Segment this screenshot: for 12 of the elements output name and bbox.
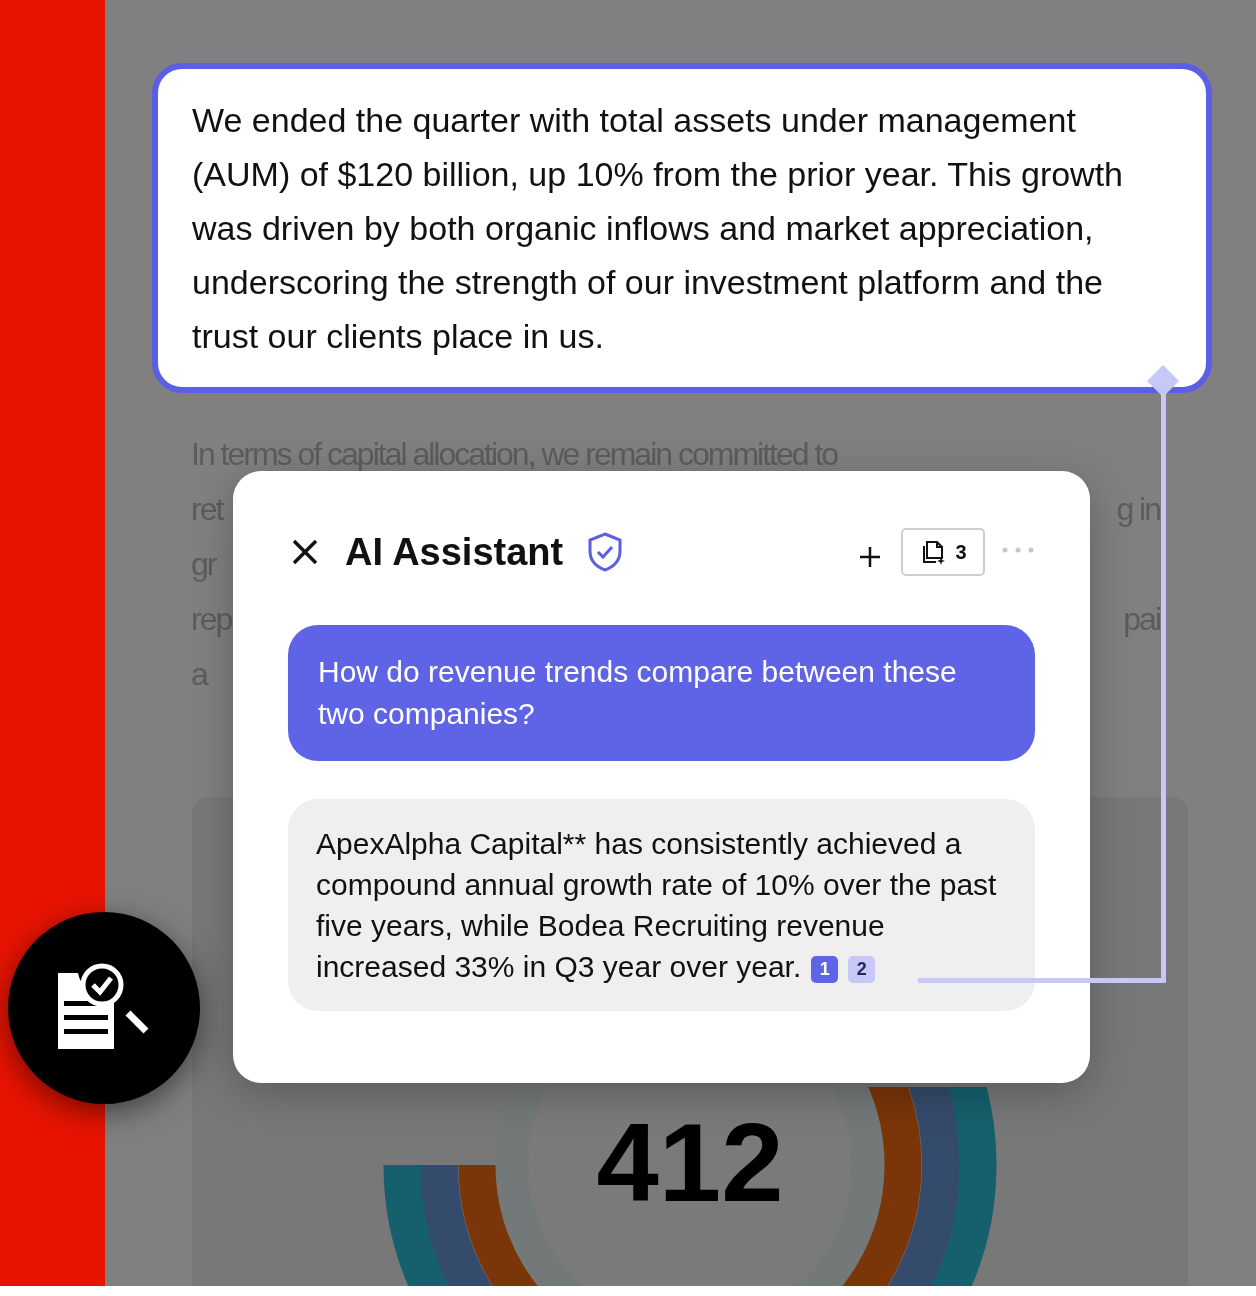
citation-chip[interactable]: 1 — [811, 955, 839, 983]
plus-icon[interactable] — [859, 546, 881, 568]
citation-chip[interactable]: 2 — [848, 955, 876, 983]
close-icon[interactable] — [291, 538, 319, 566]
panel-title: AI Assistant — [345, 529, 564, 575]
shield-check-icon — [587, 531, 624, 573]
answer-bubble: ApexAlpha Capital** has consistently achieved a compound annual growth rate of 10% over the past five years, while Bodea Recruiting revenue increased 33% in Q3 year over year. 1 2 — [288, 799, 1035, 1011]
question-bubble: How do revenue trends compare between these two companies? — [288, 625, 1035, 761]
highlighted-quote-card: We ended the quarter with total assets under management (AUM) of $120 billion, up 10% from the prior year. This growth was driven by both organic inflows and market appreciation, underscoring the strength of our investment platform and the trust our clients place in us. — [152, 63, 1212, 393]
diamond-handle-icon — [1146, 364, 1180, 398]
chart-center-value: 412 — [595, 1103, 785, 1223]
sources-button[interactable]: 3 — [901, 528, 985, 576]
